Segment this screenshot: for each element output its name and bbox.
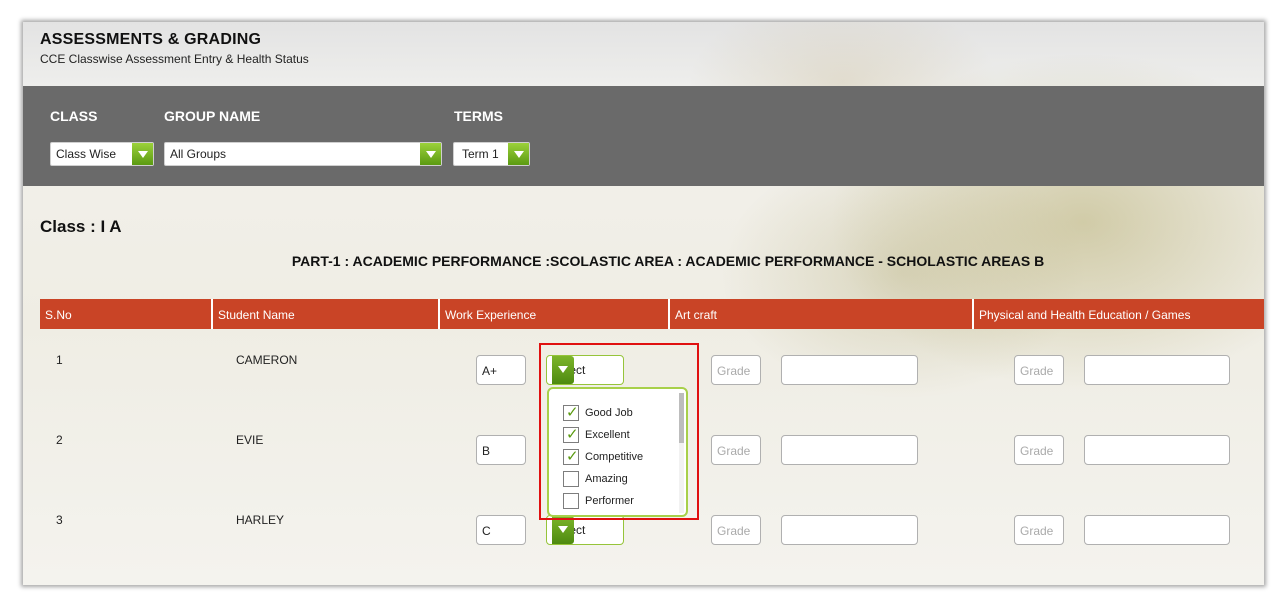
phe-remark-input[interactable]: [1084, 515, 1230, 545]
terms-dropdown[interactable]: Term 1: [453, 142, 530, 166]
art-craft-grade-input[interactable]: Grade: [711, 515, 761, 545]
row-sno: 3: [56, 513, 63, 527]
table-header: S.No Student Name Work Experience Art cr…: [40, 299, 1264, 329]
checkbox[interactable]: ✓: [563, 403, 579, 421]
art-craft-remark-input[interactable]: [781, 355, 918, 385]
descriptor-dropdown-menu: ✓ Good Job ✓ Excellent ✓ Competitive Ama…: [547, 387, 688, 517]
grade-placeholder: Grade: [1020, 364, 1054, 378]
art-craft-remark-input[interactable]: [781, 515, 918, 545]
class-dropdown[interactable]: Class Wise: [50, 142, 154, 166]
phe-grade-input[interactable]: Grade: [1014, 435, 1064, 465]
checkbox[interactable]: [563, 493, 579, 509]
option-label: Amazing: [585, 473, 628, 485]
group-dropdown-value: All Groups: [170, 147, 227, 161]
row-student-name: EVIE: [236, 433, 264, 447]
checkbox[interactable]: ✓: [563, 425, 579, 443]
grade-placeholder: Grade: [717, 364, 751, 378]
checkbox[interactable]: ✓: [563, 447, 579, 465]
grade-placeholder: Grade: [717, 524, 751, 538]
group-name-dropdown[interactable]: All Groups: [164, 142, 442, 166]
phe-grade-input[interactable]: Grade: [1014, 515, 1064, 545]
grade-placeholder: Grade: [1020, 444, 1054, 458]
chevron-down-icon[interactable]: [508, 143, 529, 165]
phe-remark-input[interactable]: [1084, 435, 1230, 465]
row-student-name: CAMERON: [236, 353, 298, 367]
art-craft-remark-input[interactable]: [781, 435, 918, 465]
chevron-down-icon[interactable]: [420, 143, 441, 165]
class-dropdown-value: Class Wise: [56, 147, 117, 161]
chevron-down-icon[interactable]: [552, 516, 574, 544]
work-experience-grade-input[interactable]: C: [476, 515, 526, 545]
checkbox[interactable]: [563, 471, 579, 487]
filter-bar: CLASS GROUP NAME TERMS Class Wise All Gr…: [23, 86, 1264, 186]
option-label: Excellent: [585, 429, 630, 441]
checkmark-icon: ✓: [566, 425, 579, 443]
chevron-down-icon[interactable]: [552, 356, 574, 384]
grade-value: B: [482, 444, 491, 458]
option-label: Performer: [585, 495, 634, 507]
art-craft-grade-input[interactable]: Grade: [711, 435, 761, 465]
phe-grade-input[interactable]: Grade: [1014, 355, 1064, 385]
art-craft-grade-input[interactable]: Grade: [711, 355, 761, 385]
descriptor-select[interactable]: Select: [546, 355, 624, 385]
chevron-down-icon[interactable]: [132, 143, 153, 165]
terms-label: TERMS: [454, 108, 503, 124]
column-header-art-craft: Art craft: [668, 299, 973, 329]
row-sno: 2: [56, 433, 63, 447]
grade-value: A+: [482, 364, 498, 378]
grade-placeholder: Grade: [1020, 524, 1054, 538]
phe-remark-input[interactable]: [1084, 355, 1230, 385]
scrollbar-thumb[interactable]: [679, 393, 684, 443]
column-header-work-experience: Work Experience: [438, 299, 669, 329]
row-student-name: HARLEY: [236, 513, 285, 527]
descriptor-select[interactable]: Select: [546, 515, 624, 545]
group-name-label: GROUP NAME: [164, 108, 261, 124]
page-frame: ASSESSMENTS & GRADING CCE Classwise Asse…: [23, 22, 1264, 585]
option-label: Competitive: [585, 451, 644, 463]
checkmark-icon: ✓: [566, 403, 579, 421]
page-subtitle: CCE Classwise Assessment Entry & Health …: [40, 52, 309, 66]
terms-dropdown-value: Term 1: [462, 147, 499, 161]
grade-placeholder: Grade: [717, 444, 751, 458]
column-header-sno: S.No: [45, 308, 72, 322]
class-label: CLASS: [50, 108, 98, 124]
class-heading: Class : I A: [40, 217, 122, 236]
page-title: ASSESSMENTS & GRADING: [40, 31, 262, 48]
option-label: Good Job: [585, 407, 633, 419]
work-experience-grade-input[interactable]: A+: [476, 355, 526, 385]
page-header: ASSESSMENTS & GRADING CCE Classwise Asse…: [23, 22, 1264, 86]
grade-value: C: [482, 524, 491, 538]
work-experience-grade-input[interactable]: B: [476, 435, 526, 465]
checkmark-icon: ✓: [566, 447, 579, 465]
part-heading: PART-1 : ACADEMIC PERFORMANCE :SCOLASTIC…: [291, 253, 1045, 269]
column-header-phe: Physical and Health Education / Games: [972, 299, 1264, 329]
column-header-student-name: Student Name: [211, 299, 439, 329]
row-sno: 1: [56, 353, 63, 367]
